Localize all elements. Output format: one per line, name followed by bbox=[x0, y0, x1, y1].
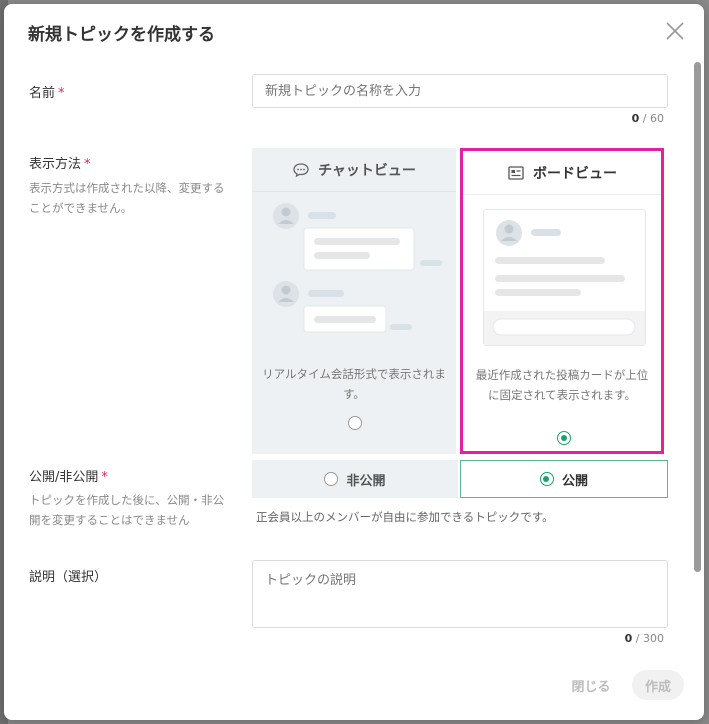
chat-view-title: チャットビュー bbox=[318, 162, 416, 179]
scrollbar-thumb[interactable] bbox=[694, 62, 701, 572]
private-option[interactable]: 非公開 bbox=[252, 460, 458, 498]
board-view-description: 最近作成された投稿カードが上位に固定されて表示されます。 bbox=[475, 368, 649, 402]
public-radio[interactable] bbox=[539, 472, 554, 486]
required-mark: * bbox=[58, 86, 65, 101]
name-label: 名前 * bbox=[29, 86, 65, 101]
close-button[interactable]: 閉じる bbox=[566, 670, 616, 700]
private-radio[interactable] bbox=[324, 472, 339, 486]
chat-view-radio[interactable] bbox=[348, 416, 362, 430]
name-char-counter: 0 / 60 bbox=[631, 112, 664, 125]
name-input[interactable] bbox=[252, 74, 668, 108]
public-option[interactable]: 公開 bbox=[460, 460, 668, 498]
chat-view-illustration bbox=[273, 203, 442, 333]
chat-bubble-icon bbox=[293, 162, 309, 177]
description-input[interactable] bbox=[252, 560, 668, 628]
required-mark: * bbox=[84, 157, 91, 172]
board-view-title: ボードビュー bbox=[533, 165, 617, 182]
dialog-title: 新規トピックを作成する bbox=[28, 25, 215, 45]
board-view-option[interactable]: ボードビュー 最近作成された投稿カードが上位に固定されて表示されます。 bbox=[460, 148, 664, 454]
required-mark: * bbox=[101, 470, 108, 485]
visibility-description: トピックを作成した後に、公開・非公開を変更することはできません bbox=[29, 493, 225, 527]
board-view-radio[interactable] bbox=[557, 431, 571, 445]
visibility-label: 公開/非公開 * bbox=[29, 470, 108, 485]
close-dialog-button[interactable] bbox=[664, 20, 686, 42]
close-icon bbox=[666, 22, 684, 40]
create-topic-dialog: 新規トピックを作成する 名前* 0 / 60 表示方法* 表示方式は作成された以… bbox=[4, 4, 704, 720]
private-label: 非公開 bbox=[346, 473, 386, 489]
description-label: 説明（選択） bbox=[29, 570, 108, 585]
create-button[interactable]: 作成 bbox=[632, 670, 684, 700]
public-label: 公開 bbox=[561, 473, 588, 489]
visibility-note: 正会員以上のメンバーが自由に参加できるトピックです。 bbox=[256, 510, 554, 524]
board-icon bbox=[508, 165, 524, 180]
display-method-description: 表示方式は作成された以降、変更することができません。 bbox=[29, 181, 225, 215]
description-char-counter: 0 / 300 bbox=[624, 632, 664, 645]
chat-view-description: リアルタイム会話形式で表示されます。 bbox=[262, 367, 446, 401]
display-method-label: 表示方法 * bbox=[29, 157, 91, 172]
chat-view-option[interactable]: チャットビュー リアルタイム会話形式で表示されます。 bbox=[252, 148, 456, 454]
board-view-illustration bbox=[483, 209, 646, 346]
